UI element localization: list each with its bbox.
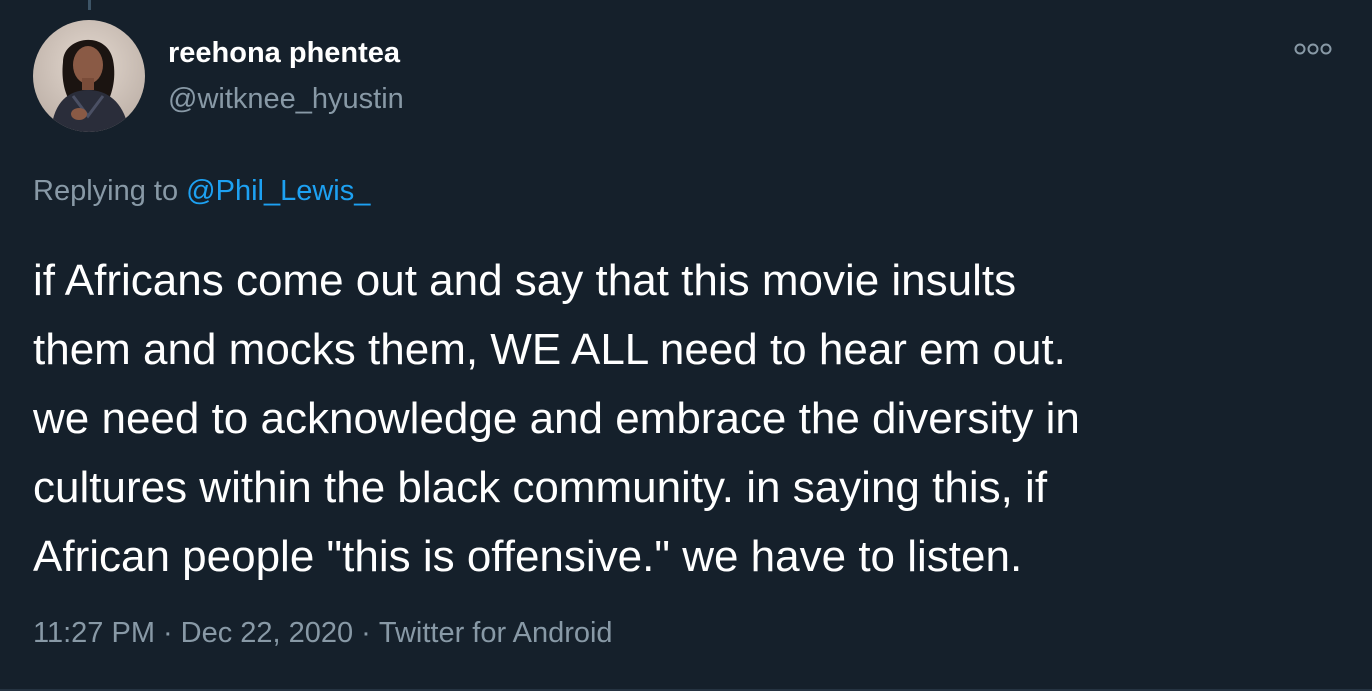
tweet-card: reehona phentea @witknee_hyustin Replyin… bbox=[0, 0, 1372, 691]
reply-prefix: Replying to bbox=[33, 175, 179, 207]
meta-separator: · bbox=[361, 617, 371, 649]
tweet-text-line: cultures within the black community. in … bbox=[33, 463, 1048, 512]
profile-photo-icon bbox=[33, 20, 145, 132]
more-options-button[interactable] bbox=[1288, 36, 1338, 62]
tweet-text-line: African people "this is offensive." we h… bbox=[33, 532, 1023, 581]
tweet-timestamp-date[interactable]: Dec 22, 2020 bbox=[181, 617, 354, 649]
tweet-text-line: we need to acknowledge and embrace the d… bbox=[33, 394, 1080, 443]
tweet-metadata: 11:27 PM · Dec 22, 2020 · Twitter for Androi… bbox=[33, 617, 613, 650]
tweet-text: if Africans come out and say that this m… bbox=[33, 246, 1343, 591]
reply-context: Replying to @Phil_Lewis_ bbox=[33, 175, 370, 208]
tweet-source-link[interactable]: Twitter for Android bbox=[379, 617, 613, 649]
more-options-icon bbox=[1294, 43, 1332, 55]
tweet-text-line: if Africans come out and say that this m… bbox=[33, 256, 1017, 305]
avatar[interactable] bbox=[33, 20, 145, 132]
author-display-name[interactable]: reehona phentea bbox=[168, 37, 400, 70]
author-handle[interactable]: @witknee_hyustin bbox=[168, 83, 404, 116]
tweet-timestamp-time[interactable]: 11:27 PM bbox=[33, 617, 155, 649]
tweet-text-line: them and mocks them, WE ALL need to hear… bbox=[33, 325, 1066, 374]
thread-connector-line bbox=[88, 0, 91, 10]
reply-mention-link[interactable]: @Phil_Lewis_ bbox=[186, 175, 370, 207]
meta-separator: · bbox=[162, 617, 173, 649]
